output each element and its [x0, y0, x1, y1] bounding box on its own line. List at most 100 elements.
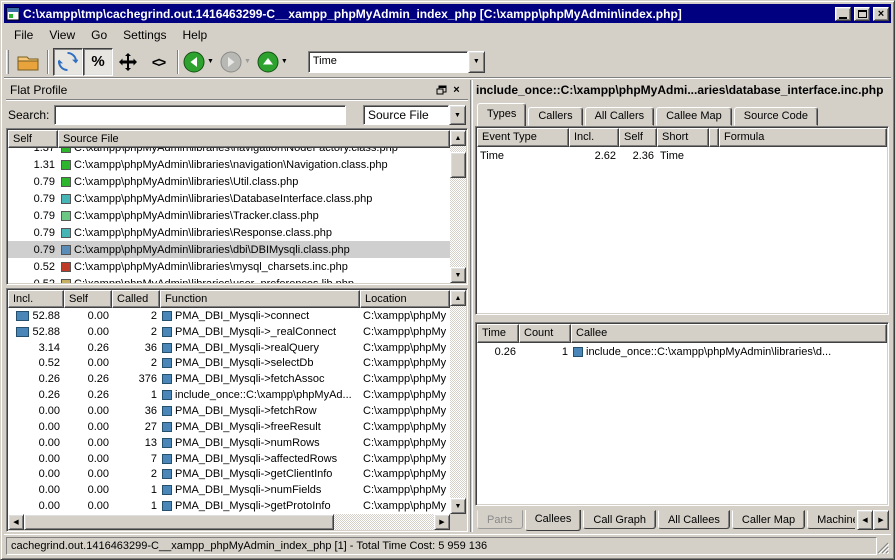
column-header[interactable] [709, 128, 719, 147]
column-header[interactable]: Formula [719, 128, 887, 147]
file-row[interactable]: 0.52 C:\xampp\phpMyAdmin\libraries\user_… [8, 275, 450, 283]
function-row[interactable]: 0.00 0.00 27 PMA_DBI_Mysqli->freeResult … [8, 419, 450, 435]
float-panel-button[interactable] [434, 83, 449, 97]
expand-areas-button[interactable] [113, 48, 143, 76]
minimize-button[interactable] [835, 7, 851, 21]
callee-row[interactable]: 0.26 1 include_once::C:\xampp\phpMyAdmin… [477, 343, 887, 360]
file-self-cost: 0.52 [8, 261, 58, 273]
menu-item[interactable]: Settings [115, 25, 174, 45]
self-cost: 0.26 [64, 342, 112, 354]
tabs-scroll-left-icon[interactable]: ◀ [857, 510, 873, 530]
file-row[interactable]: 0.79 C:\xampp\phpMyAdmin\libraries\Respo… [8, 224, 450, 241]
search-input[interactable] [54, 105, 346, 125]
function-row[interactable]: 0.00 0.00 13 PMA_DBI_Mysqli->numRows C:\… [8, 435, 450, 451]
event-type-select[interactable]: Time ▼ [308, 51, 485, 73]
flat-profile-titlebar: Flat Profile × [6, 81, 468, 100]
file-path: C:\xampp\phpMyAdmin\libraries\Tracker.cl… [74, 210, 319, 222]
tabs-scroll-right-icon[interactable]: ▶ [873, 510, 889, 530]
close-panel-button[interactable]: × [449, 83, 464, 97]
function-row[interactable]: 0.00 0.00 1 PMA_DBI_Mysqli->numFields C:… [8, 482, 450, 498]
menu-item[interactable]: Go [83, 25, 115, 45]
detail-bottom-tab[interactable]: All Callees [658, 510, 730, 529]
detail-bottom-tab[interactable]: Parts [477, 510, 523, 529]
group-by-select[interactable]: Source File ▼ [363, 105, 466, 125]
back-dropdown-arrow[interactable]: ▼ [207, 58, 214, 65]
column-header[interactable]: Location [360, 290, 450, 308]
file-row[interactable]: 0.52 C:\xampp\phpMyAdmin\libraries\mysql… [8, 258, 450, 275]
called-count: 2 [112, 468, 160, 480]
cycle-detection-button[interactable] [53, 48, 83, 76]
back-button[interactable] [183, 51, 205, 73]
detail-tab[interactable]: Types [477, 103, 526, 126]
detail-tab[interactable]: Source Code [734, 107, 818, 126]
menu-item[interactable]: File [6, 25, 41, 45]
scroll-down-icon[interactable]: ▼ [450, 498, 466, 514]
forward-button [220, 51, 242, 73]
incl-cost: 0.00 [39, 437, 60, 449]
function-row[interactable]: 0.26 0.26 1 include_once::C:\xampp\phpMy… [8, 387, 450, 403]
column-header[interactable]: Self [8, 130, 58, 148]
resize-grip[interactable] [877, 542, 889, 554]
scroll-up-icon[interactable]: ▲ [450, 290, 466, 306]
file-row[interactable]: 0.79 C:\xampp\phpMyAdmin\libraries\Util.… [8, 173, 450, 190]
file-row[interactable]: 1.31 C:\xampp\phpMyAdmin\libraries\navig… [8, 156, 450, 173]
column-header[interactable]: Event Type [477, 128, 569, 147]
toolbar-handle[interactable] [6, 50, 9, 74]
scroll-left-icon[interactable]: ◀ [8, 514, 24, 530]
file-row[interactable]: 0.79 C:\xampp\phpMyAdmin\libraries\Track… [8, 207, 450, 224]
function-row[interactable]: 0.52 0.00 2 PMA_DBI_Mysqli->selectDb C:\… [8, 356, 450, 372]
scroll-down-icon[interactable]: ▼ [450, 267, 466, 283]
event-type-row[interactable]: Time 2.62 2.36 Time [477, 147, 887, 164]
close-button[interactable]: × [873, 7, 889, 21]
function-table-hscrollbar[interactable]: ◀ ▶ [8, 514, 450, 530]
detail-bottom-tab[interactable]: Caller Map [732, 510, 805, 529]
detail-tab[interactable]: Callee Map [656, 107, 732, 126]
function-row[interactable]: 0.00 0.00 7 PMA_DBI_Mysqli->affectedRows… [8, 451, 450, 467]
menu-item[interactable]: View [41, 25, 83, 45]
file-row[interactable]: 1.37 C:\xampp\phpMyAdmin\libraries\navig… [8, 148, 450, 156]
detail-bottom-tab[interactable]: Machine [807, 510, 855, 529]
detail-bottom-tab[interactable]: Call Graph [583, 510, 656, 529]
function-row[interactable]: 52.88 0.00 2 PMA_DBI_Mysqli->connect C:\… [8, 308, 450, 324]
function-row[interactable]: 0.00 0.00 1 PMA_DBI_Mysqli->getProtoInfo… [8, 498, 450, 514]
scroll-up-icon[interactable]: ▲ [450, 130, 466, 146]
function-row[interactable]: 3.14 0.26 36 PMA_DBI_Mysqli->realQuery C… [8, 340, 450, 356]
callee-count: 1 [519, 346, 571, 358]
relative-percent-button[interactable]: % [83, 48, 113, 76]
column-header[interactable]: Source File [58, 130, 450, 148]
detail-tab[interactable]: All Callers [585, 107, 655, 126]
column-header[interactable]: Incl. [569, 128, 619, 147]
function-table-vscrollbar[interactable]: ▲ ▼ [450, 290, 466, 514]
chevron-down-icon[interactable]: ▼ [449, 105, 466, 125]
scroll-right-icon[interactable]: ▶ [434, 514, 450, 530]
function-row[interactable]: 0.00 0.00 2 PMA_DBI_Mysqli->getClientInf… [8, 466, 450, 482]
titlebar: C:\xampp\tmp\cachegrind.out.1416463299-C… [4, 4, 891, 23]
column-header[interactable]: Called [112, 290, 160, 308]
menu-item[interactable]: Help [175, 25, 216, 45]
function-row[interactable]: 0.26 0.26 376 PMA_DBI_Mysqli->fetchAssoc… [8, 371, 450, 387]
scrollbar-thumb[interactable] [24, 514, 334, 530]
chevron-down-icon[interactable]: ▼ [468, 51, 485, 73]
column-header[interactable]: Short [657, 128, 709, 147]
detail-tab[interactable]: Callers [528, 107, 582, 126]
shorten-templates-button[interactable]: <> [143, 48, 173, 76]
column-header[interactable]: Callee [571, 324, 887, 343]
column-header[interactable]: Count [519, 324, 571, 343]
file-row[interactable]: 0.79 C:\xampp\phpMyAdmin\libraries\Datab… [8, 190, 450, 207]
up-dropdown-arrow[interactable]: ▼ [281, 58, 288, 65]
column-header[interactable]: Incl. [8, 290, 64, 308]
file-row[interactable]: 0.79 C:\xampp\phpMyAdmin\libraries\dbi\D… [8, 241, 450, 258]
maximize-button[interactable] [854, 7, 870, 21]
detail-bottom-tab[interactable]: Callees [525, 510, 582, 531]
up-button[interactable] [257, 51, 279, 73]
column-header[interactable]: Self [619, 128, 657, 147]
function-row[interactable]: 52.88 0.00 2 PMA_DBI_Mysqli->_realConnec… [8, 324, 450, 340]
function-row[interactable]: 0.00 0.00 36 PMA_DBI_Mysqli->fetchRow C:… [8, 403, 450, 419]
scrollbar-thumb[interactable] [450, 152, 466, 178]
file-list-vscrollbar[interactable]: ▲ ▼ [450, 130, 466, 283]
column-header[interactable]: Function [160, 290, 360, 308]
open-file-button[interactable] [13, 48, 43, 76]
column-header[interactable]: Self [64, 290, 112, 308]
function-table: Incl.SelfCalledFunctionLocation 52.88 0.… [6, 288, 468, 532]
column-header[interactable]: Time [477, 324, 519, 343]
